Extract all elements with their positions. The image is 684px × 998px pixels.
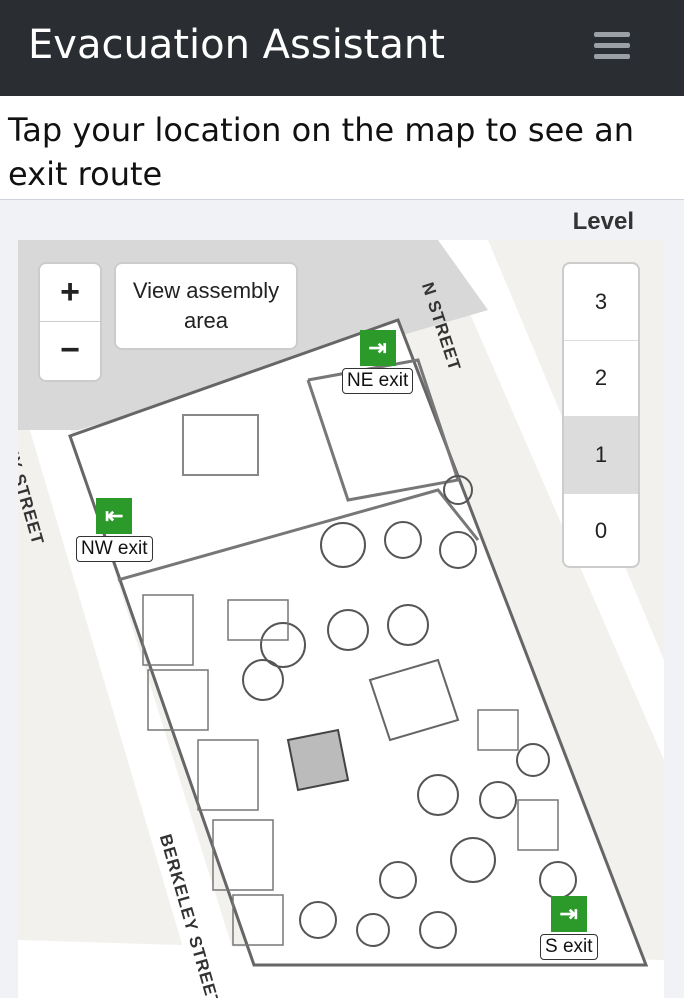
zoom-out-button[interactable]: −	[40, 322, 100, 379]
level-label: Level	[572, 208, 634, 235]
navbar: Evacuation Assistant	[0, 0, 684, 96]
app-title: Evacuation Assistant	[28, 22, 445, 68]
level-selector: 3 2 1 0	[562, 262, 640, 568]
exit-sign-icon[interactable]: ⇤	[96, 498, 133, 534]
level-0-button[interactable]: 0	[564, 494, 638, 567]
exit-sign-icon[interactable]: ⇥	[550, 896, 587, 932]
view-assembly-area-button[interactable]: View assembly area	[114, 262, 298, 350]
exit-label: NE exit	[342, 368, 414, 394]
zoom-in-button[interactable]: +	[40, 264, 100, 322]
s-exit-marker[interactable]: ⇥ S exit	[540, 896, 598, 960]
exit-sign-icon[interactable]: ⇥	[359, 330, 396, 366]
floor-map[interactable]: N STREET LEY STREET BERKELEY STREET + − …	[18, 240, 664, 998]
nw-exit-marker[interactable]: ⇤ NW exit	[76, 498, 153, 562]
hamburger-icon[interactable]	[594, 32, 630, 62]
exit-label: NW exit	[76, 536, 153, 562]
zoom-control: + −	[38, 262, 102, 382]
level-3-button[interactable]: 3	[564, 264, 638, 341]
level-2-button[interactable]: 2	[564, 341, 638, 417]
exit-label: S exit	[540, 934, 598, 960]
instruction-text: Tap your location on the map to see an e…	[0, 96, 684, 200]
level-1-button[interactable]: 1	[564, 417, 638, 494]
ne-exit-marker[interactable]: ⇥ NE exit	[342, 330, 414, 394]
